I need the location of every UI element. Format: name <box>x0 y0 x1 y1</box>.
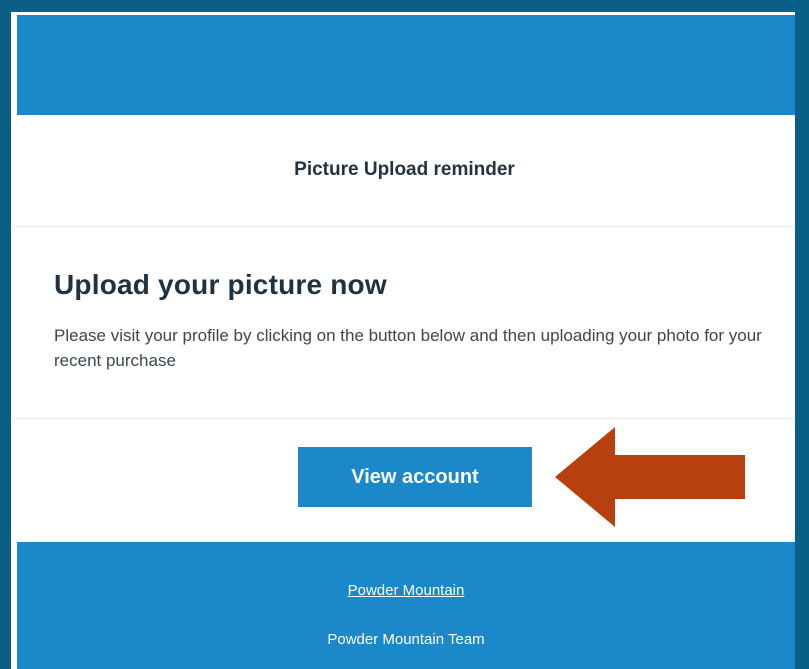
footer-signature: Powder Mountain Team <box>327 631 485 648</box>
email-subject-title: Picture Upload reminder <box>294 159 515 180</box>
email-header-banner <box>17 15 795 115</box>
email-body-text: Please visit your profile by clicking on… <box>54 326 762 370</box>
email-heading: Upload your picture now <box>54 269 387 300</box>
screen-frame: Picture Upload reminder Upload your pict… <box>0 0 809 669</box>
left-pointing-arrow-icon <box>555 427 745 527</box>
section-divider <box>14 226 795 227</box>
email-footer: Powder Mountain Powder Mountain Team <box>17 542 795 669</box>
view-account-button[interactable]: View account <box>298 447 532 507</box>
email-container: Picture Upload reminder Upload your pict… <box>11 12 795 669</box>
section-divider <box>14 418 795 419</box>
powder-mountain-link[interactable]: Powder Mountain <box>17 582 795 599</box>
